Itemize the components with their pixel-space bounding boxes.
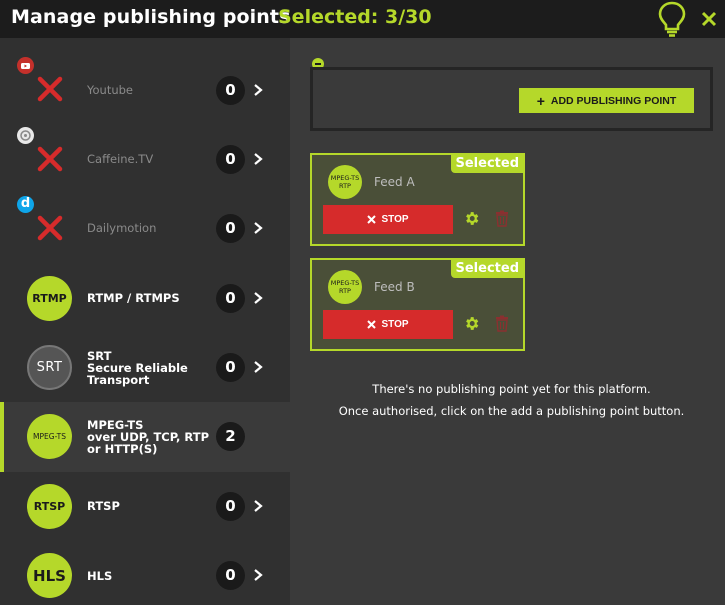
chevron-right-icon xyxy=(254,361,263,373)
selected-counter: Selected: 3/30 xyxy=(278,6,432,28)
sidebar-item-label: Youtube xyxy=(87,83,133,97)
count-badge: 0 xyxy=(216,214,245,243)
count-badge: 0 xyxy=(216,353,245,382)
youtube-icon xyxy=(17,57,34,74)
active-indicator xyxy=(0,402,4,472)
count-badge: 0 xyxy=(216,561,245,590)
chevron-right-icon xyxy=(254,84,263,96)
trash-icon[interactable] xyxy=(495,210,509,227)
feed-name: Feed B xyxy=(374,280,415,294)
publishing-point-card[interactable]: Selected MPEG-TS RTP Feed B STOP xyxy=(310,258,525,351)
sidebar-item-rtmp[interactable]: RTMP RTMP / RTMPS 0 xyxy=(0,264,290,334)
add-button-label: ADD PUBLISHING POINT xyxy=(550,94,677,107)
sidebar-item-hls[interactable]: HLS HLS 0 xyxy=(0,541,290,605)
platform-sidebar: Youtube 0 Caffeine.TV 0 d Dailymotion 0 … xyxy=(0,38,292,605)
stop-button[interactable]: STOP xyxy=(323,205,453,234)
count-badge: 0 xyxy=(216,76,245,105)
mpegts-rtp-logo: MPEG-TS RTP xyxy=(328,270,362,304)
sidebar-item-srt[interactable]: SRT SRT Secure Reliable Transport 0 xyxy=(0,333,290,403)
chevron-right-icon xyxy=(254,291,263,304)
close-icon[interactable] xyxy=(698,6,720,30)
sidebar-item-label: Caffeine.TV xyxy=(87,151,154,166)
chevron-right-icon xyxy=(254,499,263,512)
sidebar-item-label: RTSP xyxy=(87,498,120,513)
mpegts-logo: MPEG-TS xyxy=(27,414,72,459)
publishing-point-card[interactable]: Selected MPEG-TS RTP Feed A STOP xyxy=(310,153,525,246)
sidebar-item-youtube[interactable]: Youtube 0 xyxy=(0,55,290,125)
gear-icon[interactable] xyxy=(463,210,480,227)
header-bar: Manage publishing points Selected: 3/30 xyxy=(0,0,725,38)
chevron-right-icon xyxy=(254,222,263,234)
dailymotion-icon: d xyxy=(17,196,34,213)
empty-message-line2: Once authorised, click on the add a publ… xyxy=(338,404,685,418)
selected-badge: Selected xyxy=(450,155,523,173)
add-publishing-point-button[interactable]: + ADD PUBLISHING POINT xyxy=(519,88,694,113)
sidebar-item-mpegts[interactable]: MPEG-TS MPEG-TS over UDP, TCP, RTP or HT… xyxy=(0,402,292,472)
count-badge: 0 xyxy=(216,491,245,521)
hls-logo: HLS xyxy=(27,553,72,598)
empty-message-line1: There's no publishing point yet for this… xyxy=(372,382,651,396)
sidebar-item-label: SRT Secure Reliable Transport xyxy=(87,349,188,387)
page-title: Manage publishing points xyxy=(11,6,291,28)
sidebar-item-caffeine[interactable]: Caffeine.TV 0 xyxy=(0,125,290,195)
count-badge: 0 xyxy=(216,283,245,313)
count-badge: 0 xyxy=(216,144,245,174)
sidebar-item-label: Dailymotion xyxy=(87,221,157,235)
count-badge: 2 xyxy=(216,422,245,451)
sidebar-item-label: HLS xyxy=(87,569,113,583)
feed-name: Feed A xyxy=(374,175,415,189)
close-icon xyxy=(367,215,377,224)
mpegts-rtp-logo: MPEG-TS RTP xyxy=(328,165,362,199)
chevron-right-icon xyxy=(254,569,263,581)
not-authorised-icon xyxy=(37,76,63,102)
sidebar-item-rtsp[interactable]: RTSP RTSP 0 xyxy=(0,472,290,542)
close-icon xyxy=(367,320,377,329)
selected-badge: Selected xyxy=(450,260,523,278)
lightbulb-icon[interactable] xyxy=(656,0,688,38)
rtsp-logo: RTSP xyxy=(27,483,72,529)
sidebar-item-label: RTMP / RTMPS xyxy=(87,290,180,305)
gear-icon[interactable] xyxy=(463,315,480,332)
srt-logo: SRT xyxy=(27,345,72,390)
chevron-right-icon xyxy=(254,152,263,165)
rtmp-logo: RTMP xyxy=(27,275,72,321)
not-authorised-icon xyxy=(37,146,63,171)
sidebar-item-label: MPEG-TS over UDP, TCP, RTP or HTTP(S) xyxy=(87,418,210,456)
caffeine-icon xyxy=(17,126,34,144)
trash-icon[interactable] xyxy=(495,315,509,332)
sidebar-item-dailymotion[interactable]: d Dailymotion 0 xyxy=(0,194,290,264)
not-authorised-icon xyxy=(37,215,63,241)
publishing-points-window: Manage publishing points Selected: 3/30 … xyxy=(0,0,725,605)
plus-icon: + xyxy=(536,92,545,109)
stop-button[interactable]: STOP xyxy=(323,310,453,339)
